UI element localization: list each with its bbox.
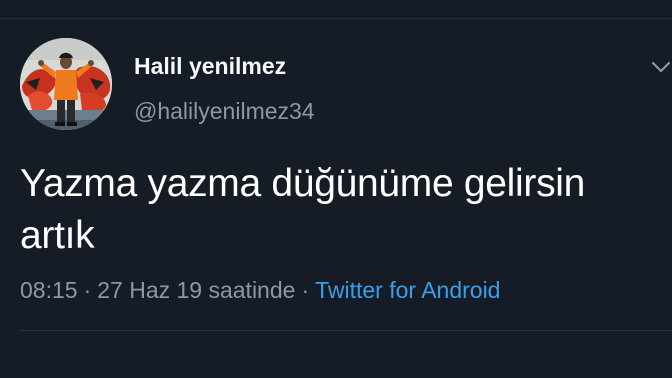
avatar[interactable] [20, 38, 112, 130]
tweet-detail-screen: Halil yenilmez @halilyenilmez34 Yazma ya… [0, 0, 672, 378]
chevron-down-icon[interactable] [650, 57, 672, 77]
meta-separator: · [301, 277, 310, 303]
tweet-meta: 08:15 · 27 Haz 19 saatinde · Twitter for And… [20, 277, 500, 304]
tweet-source-link[interactable]: Twitter for Android [315, 277, 500, 303]
author-display-name[interactable]: Halil yenilmez [134, 53, 286, 80]
tweet-text: Yazma yazma düğünüme gelirsin artık [20, 162, 586, 257]
tweet-date: 27 Haz 19 saatinde [97, 277, 296, 303]
bottom-divider [20, 330, 672, 331]
profile-photo [20, 38, 112, 130]
tweet-card: Halil yenilmez @halilyenilmez34 Yazma ya… [0, 19, 672, 331]
meta-separator: · [83, 277, 92, 303]
tweet-time: 08:15 [20, 277, 78, 303]
author-handle[interactable]: @halilyenilmez34 [134, 98, 315, 125]
